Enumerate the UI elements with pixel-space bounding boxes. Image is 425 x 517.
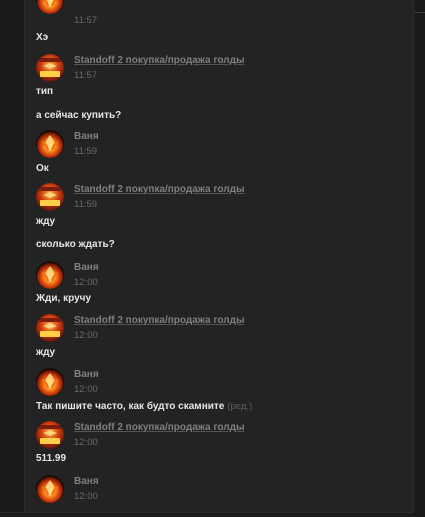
message-text: 511.99 bbox=[36, 453, 67, 464]
message-text: а сейчас купить? bbox=[36, 110, 122, 121]
message-text: жду bbox=[36, 347, 56, 358]
message-text: Жди, кручу bbox=[36, 293, 91, 304]
user-avatar-icon[interactable] bbox=[36, 475, 64, 503]
bottom-edge bbox=[0, 512, 414, 517]
message-text: Хэ bbox=[36, 32, 49, 43]
user-avatar-icon[interactable] bbox=[36, 368, 64, 396]
user-avatar-icon[interactable] bbox=[36, 130, 64, 158]
message-time: 12:00 bbox=[74, 277, 98, 288]
message-time: 12:00 bbox=[74, 491, 98, 502]
author-name[interactable]: Standoff 2 покупка/продажа голды bbox=[74, 55, 244, 66]
message-text: жду bbox=[36, 216, 56, 227]
message-text: сколько ждать? bbox=[36, 239, 115, 250]
message-text: тип bbox=[36, 86, 54, 97]
author-name[interactable]: Standoff 2 покупка/продажа голды bbox=[74, 422, 244, 433]
message-time: 12:00 bbox=[74, 384, 98, 395]
right-panel-edge bbox=[413, 0, 425, 517]
message-text: Так пишите часто, как будто скамните (ред… bbox=[36, 401, 252, 412]
left-sidebar-edge bbox=[0, 0, 25, 517]
message-time: 11:59 bbox=[74, 199, 98, 210]
user-avatar-icon[interactable] bbox=[36, 0, 64, 14]
author-name[interactable]: Standoff 2 покупка/продажа голды bbox=[74, 184, 244, 195]
author-name[interactable]: Ваня bbox=[74, 262, 99, 273]
author-name[interactable]: Ваня bbox=[74, 369, 99, 380]
message-time: 11:57 bbox=[74, 15, 98, 26]
author-name[interactable]: Ваня bbox=[74, 476, 99, 487]
message-text: Ок bbox=[36, 163, 49, 174]
group-avatar-icon[interactable] bbox=[36, 183, 64, 211]
group-avatar-icon[interactable] bbox=[36, 54, 64, 82]
group-avatar-icon[interactable] bbox=[36, 421, 64, 449]
user-avatar-icon[interactable] bbox=[36, 261, 64, 289]
author-name[interactable]: Ваня bbox=[74, 131, 99, 142]
message-feed[interactable]: 11:57 Хэ Standoff 2 покупка/продажа голд… bbox=[24, 0, 414, 517]
chat-window: 11:57 Хэ Standoff 2 покупка/продажа голд… bbox=[0, 0, 425, 517]
message-time: 11:59 bbox=[74, 146, 98, 157]
message-time: 12:00 bbox=[74, 437, 98, 448]
panel-divider bbox=[414, 12, 425, 13]
group-avatar-icon[interactable] bbox=[36, 314, 64, 342]
message-time: 12:00 bbox=[74, 330, 98, 341]
message-time: 11:57 bbox=[74, 70, 98, 81]
edited-label: (ред.) bbox=[227, 401, 253, 412]
message-text-body: Так пишите часто, как будто скамните bbox=[36, 401, 225, 412]
author-name[interactable]: Standoff 2 покупка/продажа голды bbox=[74, 315, 244, 326]
